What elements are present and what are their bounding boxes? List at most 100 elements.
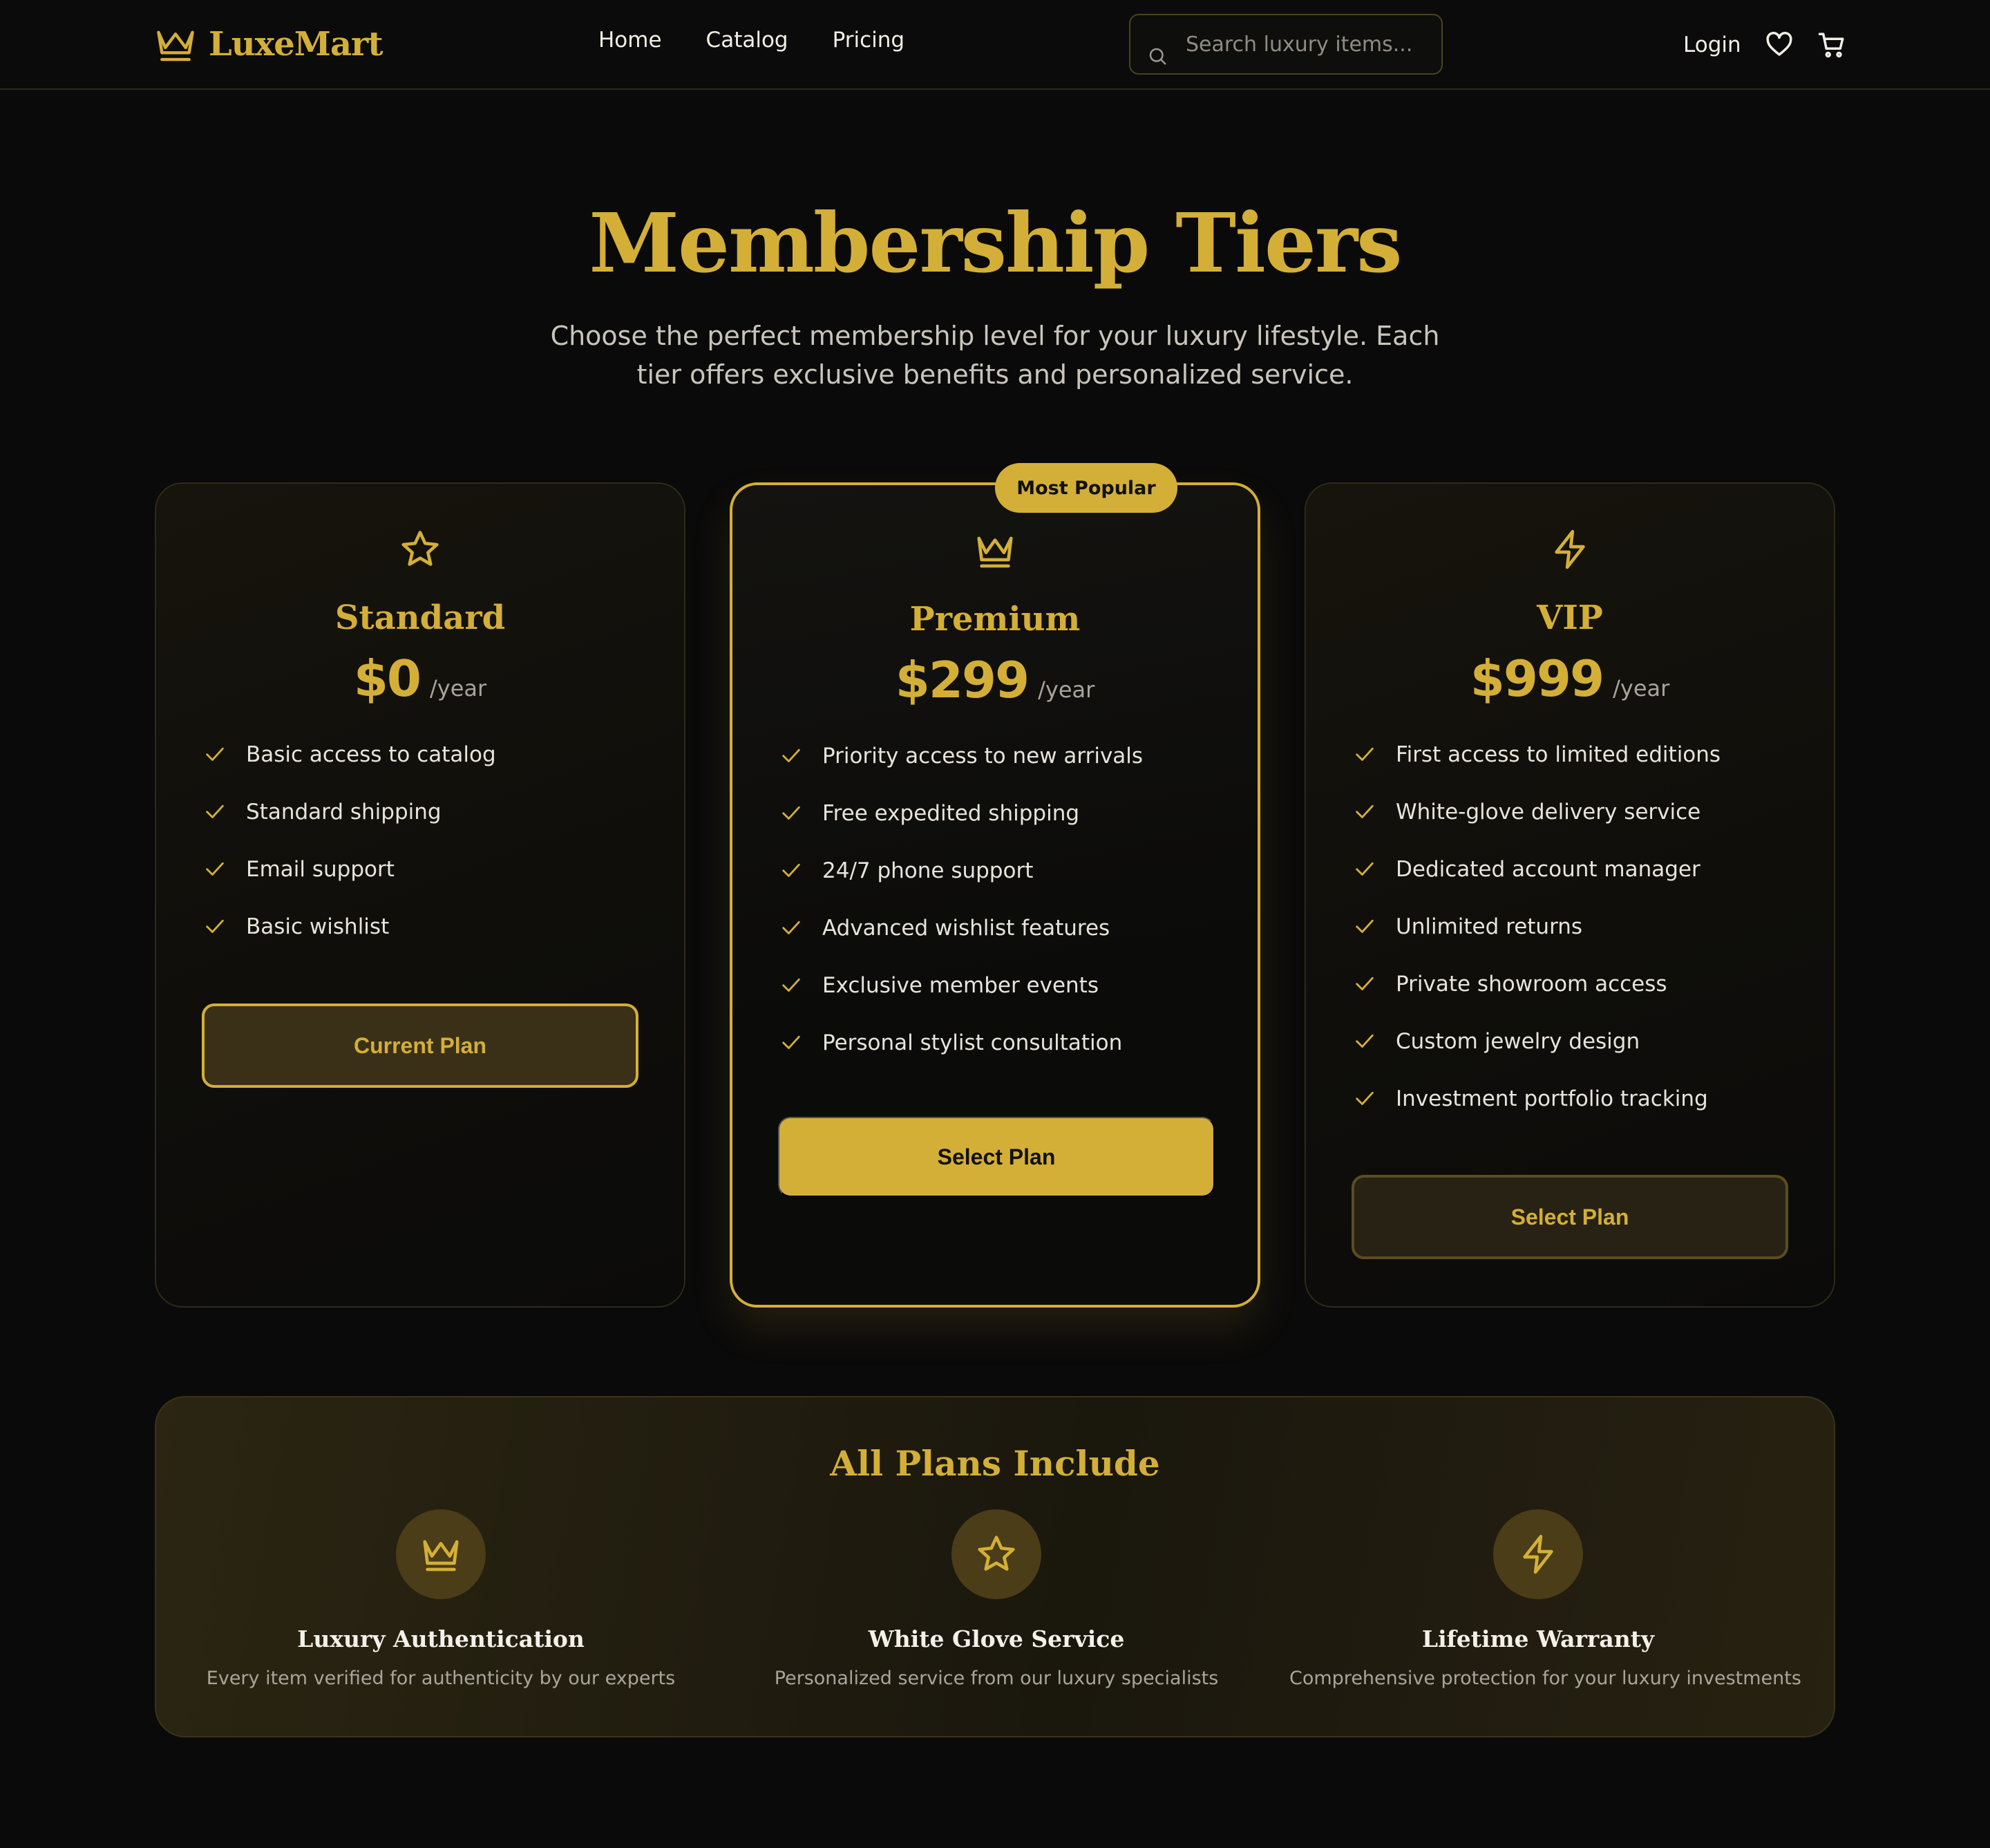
tier-name: Standard (334, 598, 506, 637)
include-name: Lifetime Warranty (1421, 1625, 1655, 1652)
include-item-white-glove: White Glove Service Personalized service… (748, 1509, 1245, 1689)
check-icon (1356, 1034, 1374, 1048)
most-popular-badge: Most Popular (995, 463, 1177, 513)
feature-item: Basic access to catalog (203, 741, 496, 798)
feature-item: Standard shipping (203, 798, 496, 856)
crown-icon (977, 536, 1013, 568)
top-navbar: LuxeMart Home Catalog Pricing Login (0, 0, 1990, 90)
tier-period: /year (1038, 677, 1095, 703)
include-icon-circle (1493, 1509, 1583, 1599)
check-icon (782, 1035, 800, 1049)
check-icon (782, 978, 800, 992)
check-icon (782, 921, 800, 934)
page-subtitle: Choose the perfect membership level for … (550, 321, 1440, 390)
nav-link-catalog[interactable]: Catalog (706, 28, 788, 53)
include-desc: Comprehensive protection for your luxury… (1289, 1668, 1801, 1689)
feature-text: Dedicated account manager (1396, 857, 1700, 882)
feature-text: White-glove delivery service (1396, 800, 1701, 824)
includes-title: All Plans Include (830, 1443, 1160, 1484)
tier-icon-wrap (1306, 528, 1834, 571)
tier-period: /year (1613, 675, 1670, 701)
feature-text: Basic wishlist (246, 914, 390, 939)
feature-text: Standard shipping (246, 800, 442, 824)
tier-icon-wrap (156, 528, 684, 571)
main-nav: Home Catalog Pricing (598, 28, 904, 53)
feature-text: Priority access to new arrivals (822, 744, 1144, 769)
heart-icon[interactable] (1765, 30, 1794, 59)
feature-item: 24/7 phone support (779, 857, 1143, 914)
login-link[interactable]: Login (1683, 32, 1741, 57)
feature-item: Personal stylist consultation (779, 1029, 1143, 1086)
page-title: Membership Tiers (589, 195, 1402, 291)
tier-name: Premium (909, 600, 1081, 639)
feature-item: Unlimited returns (1353, 913, 1721, 970)
feature-item: Custom jewelry design (1353, 1028, 1721, 1085)
feature-text: Basic access to catalog (246, 742, 496, 767)
check-icon (206, 804, 224, 818)
feature-item: Basic wishlist (203, 913, 496, 970)
include-desc: Every item verified for authenticity by … (206, 1668, 676, 1689)
nav-link-home[interactable]: Home (598, 28, 662, 53)
include-item-warranty: Lifetime Warranty Comprehensive protecti… (1289, 1509, 1801, 1689)
check-icon (1356, 1091, 1374, 1105)
all-plans-include-panel: All Plans Include Luxury Authentication … (155, 1396, 1835, 1737)
tier-price: $299 (895, 651, 1030, 709)
check-icon (782, 748, 800, 762)
cart-icon[interactable] (1817, 30, 1846, 59)
crown-icon (157, 30, 194, 62)
check-icon (206, 919, 224, 933)
feature-item: Investment portfolio tracking (1353, 1085, 1721, 1142)
search-input[interactable] (1186, 15, 1434, 73)
feature-text: Unlimited returns (1396, 914, 1583, 939)
brand-logo[interactable]: LuxeMart (155, 23, 383, 65)
tier-card-vip: VIP $999 /year First access to limited e… (1305, 482, 1835, 1308)
nav-link-pricing[interactable]: Pricing (833, 28, 905, 53)
include-name: Luxury Authentication (297, 1625, 585, 1652)
tier-card-standard: Standard $0 /year Basic access to catalo… (155, 482, 685, 1308)
feature-text: Private showroom access (1396, 972, 1667, 997)
check-icon (1356, 862, 1374, 876)
feature-text: Email support (246, 857, 395, 882)
feature-item: Free expedited shipping (779, 800, 1143, 857)
feature-text: Personal stylist consultation (822, 1030, 1123, 1055)
tier-card-premium: Premium $299 /year Priority access to ne… (730, 482, 1260, 1308)
feature-list: First access to limited editions White-g… (1353, 741, 1721, 1142)
feature-text: Exclusive member events (822, 973, 1099, 998)
include-item-authentication: Luxury Authentication Every item verifie… (192, 1509, 690, 1689)
price-row: $299 /year (732, 651, 1258, 709)
tier-name: VIP (1537, 598, 1603, 637)
search-icon (1149, 48, 1166, 65)
feature-text: Free expedited shipping (822, 801, 1080, 826)
check-icon (1356, 919, 1374, 933)
include-name: White Glove Service (868, 1625, 1125, 1652)
feature-item: White-glove delivery service (1353, 798, 1721, 856)
select-vip-button[interactable]: Select Plan (1352, 1175, 1788, 1259)
feature-item: Email support (203, 856, 496, 913)
brand-name: LuxeMart (209, 25, 383, 64)
check-icon (782, 863, 800, 877)
include-desc: Personalized service from our luxury spe… (774, 1668, 1219, 1689)
lightning-icon (1555, 529, 1585, 569)
star-icon (401, 531, 439, 566)
nav-actions: Login (1683, 25, 1846, 65)
feature-item: Dedicated account manager (1353, 856, 1721, 913)
feature-item: Priority access to new arrivals (779, 742, 1143, 800)
select-premium-button[interactable]: Select Plan (778, 1117, 1215, 1197)
feature-text: Custom jewelry design (1396, 1029, 1640, 1054)
feature-text: Investment portfolio tracking (1396, 1086, 1708, 1111)
price-row: $0 /year (156, 650, 684, 708)
lightning-icon (1523, 1534, 1553, 1574)
current-plan-button[interactable]: Current Plan (202, 1003, 638, 1088)
check-icon (206, 747, 224, 761)
feature-item: Exclusive member events (779, 972, 1143, 1029)
search-box (1129, 14, 1443, 75)
feature-text: First access to limited editions (1396, 742, 1721, 767)
star-icon (978, 1536, 1015, 1571)
check-icon (782, 806, 800, 820)
feature-list: Priority access to new arrivals Free exp… (779, 742, 1143, 1086)
feature-item: Private showroom access (1353, 970, 1721, 1028)
check-icon (206, 862, 224, 876)
feature-item: Advanced wishlist features (779, 914, 1143, 972)
tier-period: /year (430, 675, 487, 701)
tier-price: $999 (1470, 650, 1604, 708)
